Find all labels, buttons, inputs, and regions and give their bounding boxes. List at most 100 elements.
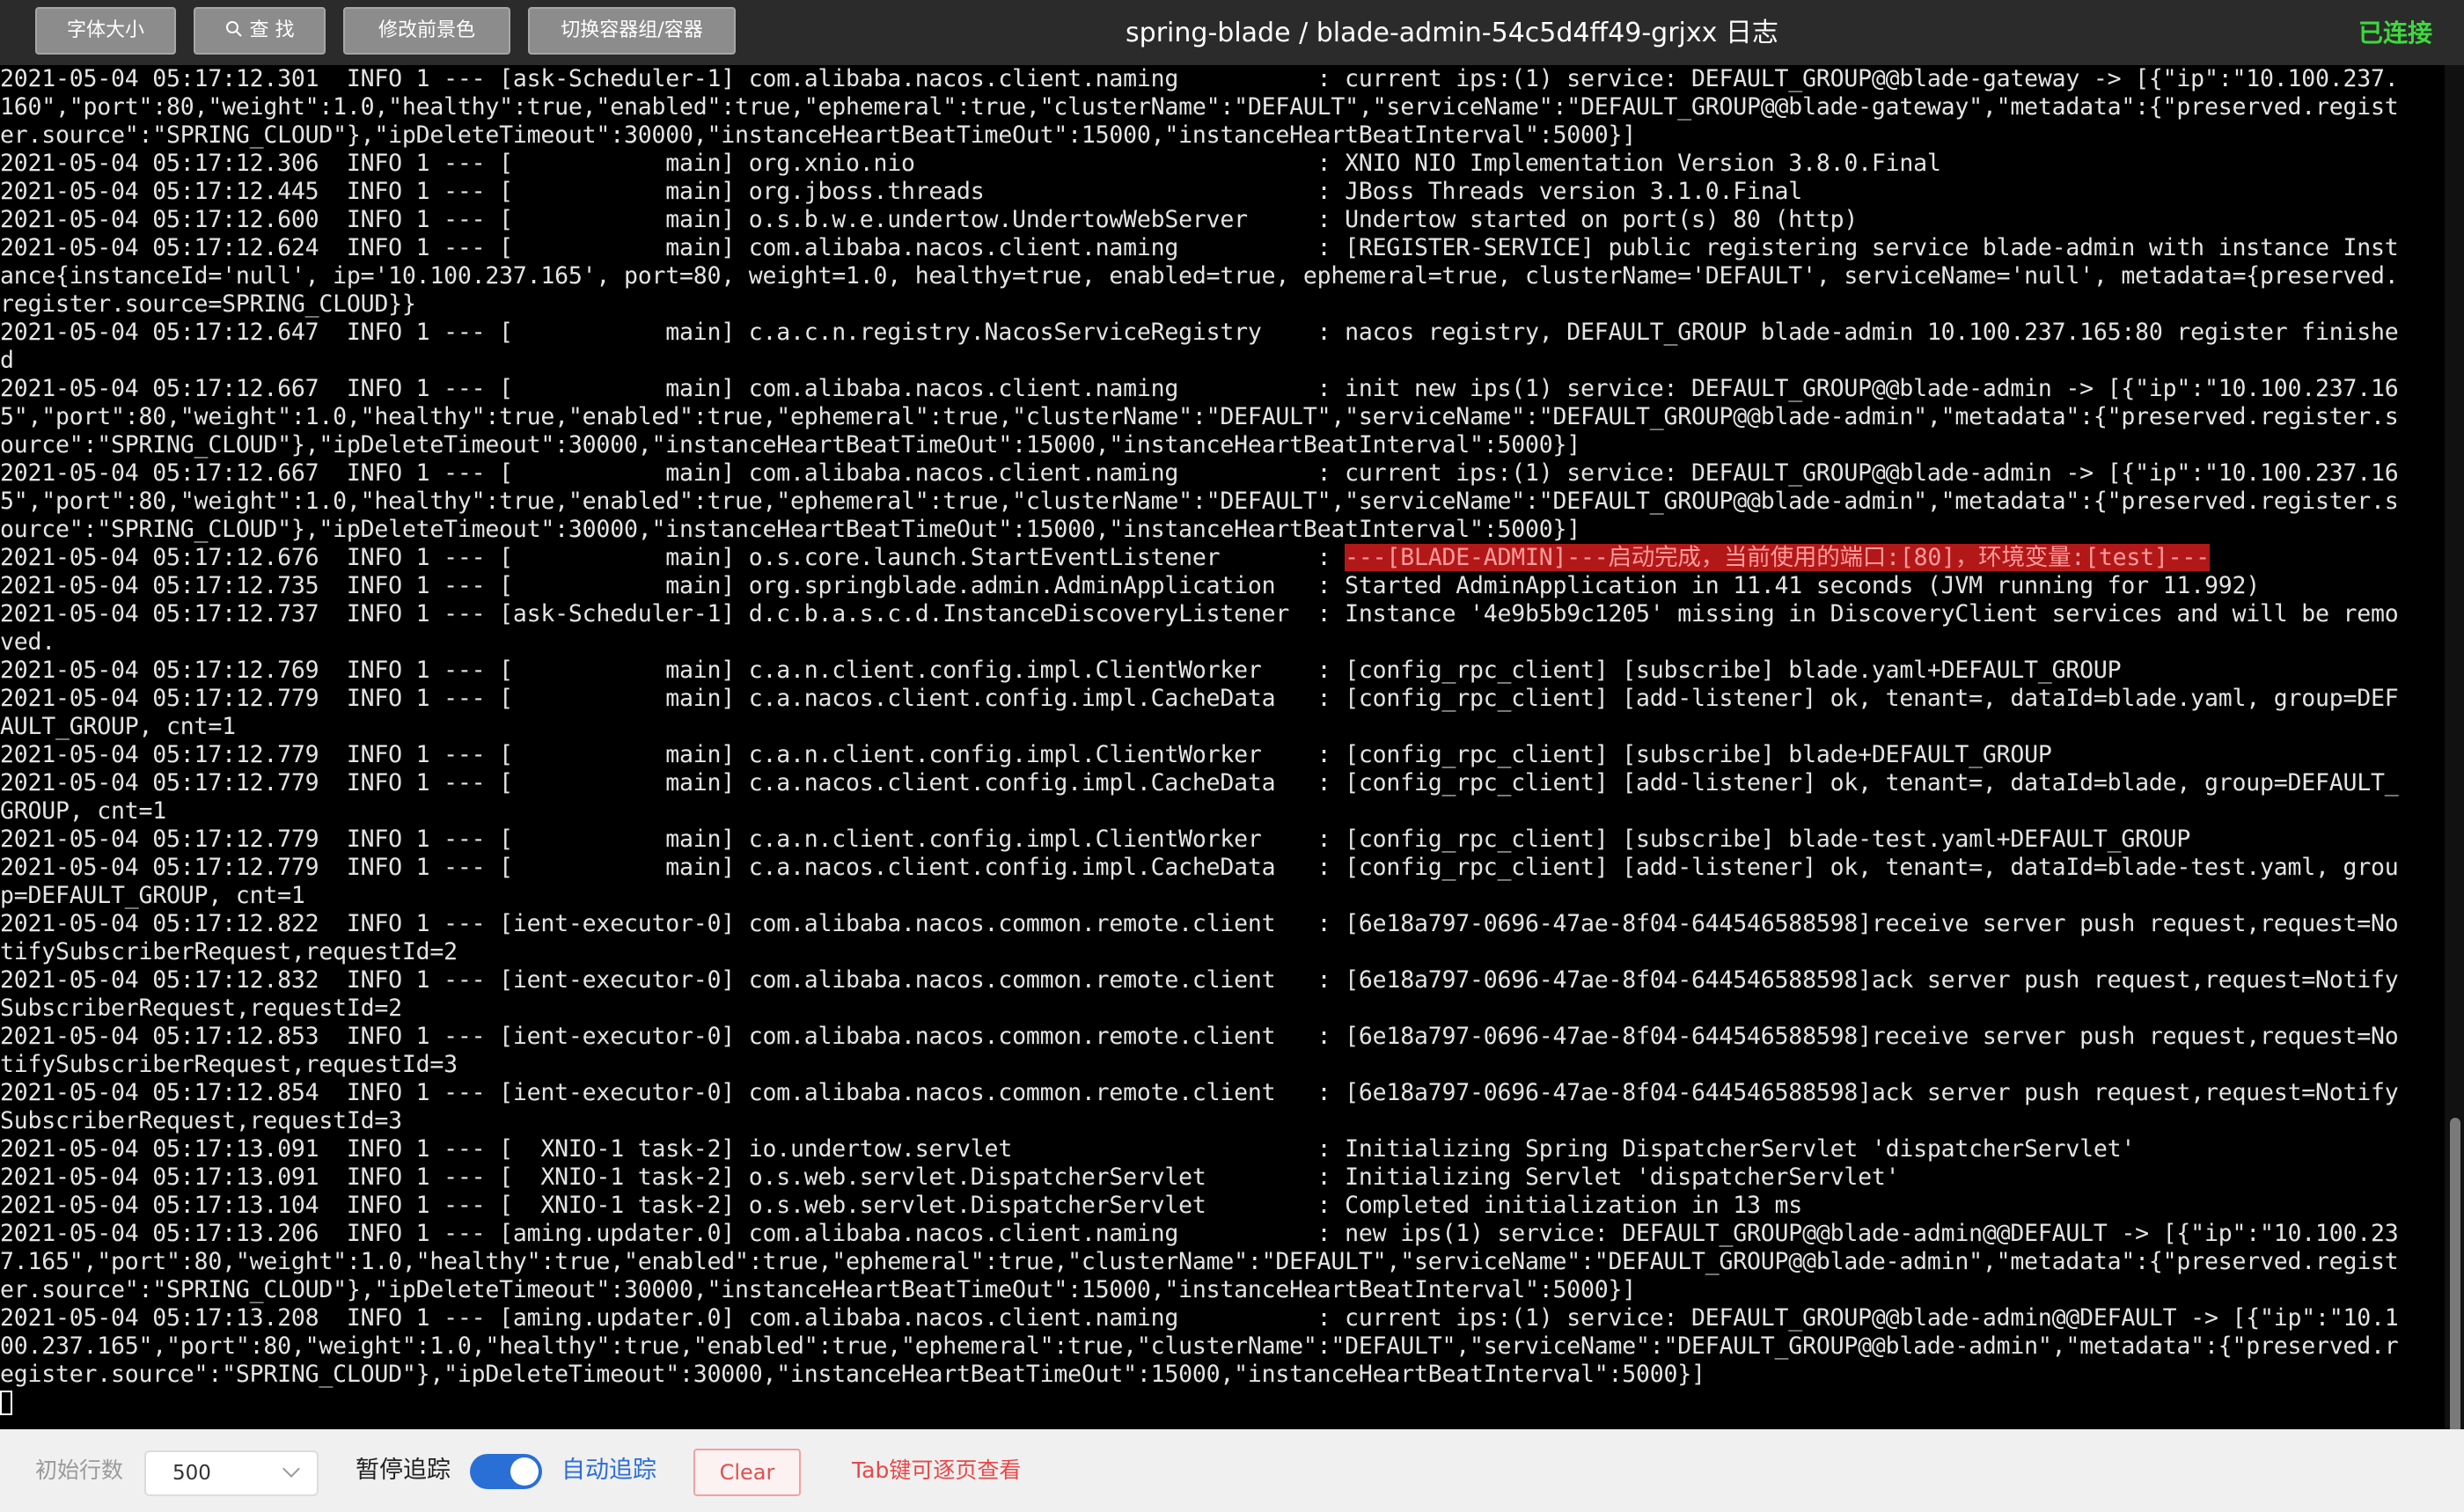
log-line: ance{instanceId='null', ip='10.100.237.1… [0, 262, 2445, 290]
log-line-text: 2021-05-04 05:17:12.735 INFO 1 --- [ mai… [0, 572, 2260, 599]
log-line: AULT_GROUP, cnt=1 [0, 713, 2445, 741]
log-line: 2021-05-04 05:17:12.853 INFO 1 --- [ient… [0, 1023, 2445, 1051]
log-line: ved. [0, 628, 2445, 657]
log-line-text: 2021-05-04 05:17:13.208 INFO 1 --- [amin… [0, 1304, 2399, 1332]
search-icon [225, 9, 243, 53]
log-line: 2021-05-04 05:17:12.306 INFO 1 --- [ mai… [0, 150, 2445, 178]
log-line: GROUP, cnt=1 [0, 797, 2445, 826]
log-line-text: 2021-05-04 05:17:12.306 INFO 1 --- [ mai… [0, 150, 1941, 177]
log-line: 2021-05-04 05:17:12.832 INFO 1 --- [ient… [0, 966, 2445, 995]
log-line: 2021-05-04 05:17:12.769 INFO 1 --- [ mai… [0, 657, 2445, 685]
log-line-text: AULT_GROUP, cnt=1 [0, 713, 236, 740]
terminal-cursor [0, 1391, 12, 1415]
log-scrollbar[interactable] [2445, 65, 2464, 1487]
log-line: 2021-05-04 05:17:12.735 INFO 1 --- [ mai… [0, 572, 2445, 600]
log-line: 2021-05-04 05:17:12.779 INFO 1 --- [ mai… [0, 854, 2445, 882]
log-line-text: ance{instanceId='null', ip='10.100.237.1… [0, 262, 2399, 290]
auto-tracking-toggle[interactable] [470, 1454, 542, 1489]
log-line: 2021-05-04 05:17:12.822 INFO 1 --- [ient… [0, 910, 2445, 938]
font-size-button[interactable]: 字体大小 [35, 7, 176, 55]
log-line-text: er.source":"SPRING_CLOUD"},"ipDeleteTime… [0, 121, 1637, 149]
log-line-text: 2021-05-04 05:17:12.769 INFO 1 --- [ mai… [0, 657, 2122, 684]
log-line-text: SubscriberRequest,requestId=2 [0, 995, 402, 1022]
log-line: tifySubscriberRequest,requestId=3 [0, 1051, 2445, 1079]
auto-tracking-label: 自动追踪 [561, 1457, 656, 1484]
log-line-text: 2021-05-04 05:17:12.779 INFO 1 --- [ mai… [0, 826, 2191, 853]
switch-container-button[interactable]: 切换容器组/容器 [528, 7, 736, 55]
log-line-text: 2021-05-04 05:17:12.667 INFO 1 --- [ mai… [0, 375, 2399, 402]
initial-lines-label: 初始行数 [35, 1457, 124, 1483]
log-line-text: 2021-05-04 05:17:12.822 INFO 1 --- [ient… [0, 910, 2399, 937]
log-line: ource":"SPRING_CLOUD"},"ipDeleteTimeout"… [0, 516, 2445, 544]
log-line: 2021-05-04 05:17:12.676 INFO 1 --- [ mai… [0, 544, 2445, 572]
log-line-text: 2021-05-04 05:17:13.104 INFO 1 --- [ XNI… [0, 1192, 1803, 1219]
log-line-text: 2021-05-04 05:17:12.779 INFO 1 --- [ mai… [0, 685, 2399, 712]
log-line: 2021-05-04 05:17:12.301 INFO 1 --- [ask-… [0, 65, 2445, 93]
chevron-down-icon [282, 1460, 300, 1478]
log-line: SubscriberRequest,requestId=2 [0, 995, 2445, 1023]
log-line: er.source":"SPRING_CLOUD"},"ipDeleteTime… [0, 1276, 2445, 1304]
foreground-color-button[interactable]: 修改前景色 [343, 7, 510, 55]
log-line-text: ource":"SPRING_CLOUD"},"ipDeleteTimeout"… [0, 431, 1580, 459]
log-line: 2021-05-04 05:17:13.091 INFO 1 --- [ XNI… [0, 1163, 2445, 1192]
log-line: d [0, 347, 2445, 375]
log-line-text: GROUP, cnt=1 [0, 797, 167, 825]
log-line: register.source=SPRING_CLOUD}} [0, 290, 2445, 319]
log-line: 2021-05-04 05:17:13.104 INFO 1 --- [ XNI… [0, 1192, 2445, 1220]
log-line: 5","port":80,"weight":1.0,"healthy":true… [0, 488, 2445, 516]
log-line: 00.237.165","port":80,"weight":1.0,"heal… [0, 1332, 2445, 1361]
log-line: 2021-05-04 05:17:12.779 INFO 1 --- [ mai… [0, 826, 2445, 854]
log-line: ource":"SPRING_CLOUD"},"ipDeleteTimeout"… [0, 431, 2445, 459]
clear-button[interactable]: Clear [693, 1449, 801, 1496]
log-line-text: 2021-05-04 05:17:12.301 INFO 1 --- [ask-… [0, 65, 2399, 92]
log-line: er.source":"SPRING_CLOUD"},"ipDeleteTime… [0, 121, 2445, 150]
log-line-text: 2021-05-04 05:17:12.779 INFO 1 --- [ mai… [0, 741, 2052, 768]
cursor-line [0, 1389, 2445, 1417]
log-line-text: 2021-05-04 05:17:12.667 INFO 1 --- [ mai… [0, 459, 2399, 487]
log-line: SubscriberRequest,requestId=3 [0, 1107, 2445, 1135]
log-line-text: 2021-05-04 05:17:12.647 INFO 1 --- [ mai… [0, 319, 2399, 346]
log-line-text: egister.source":"SPRING_CLOUD"},"ipDelet… [0, 1361, 1705, 1388]
log-line-text: 7.165","port":80,"weight":1.0,"healthy":… [0, 1248, 2399, 1275]
log-line-text: 2021-05-04 05:17:12.600 INFO 1 --- [ mai… [0, 206, 1859, 233]
log-line-text: 2021-05-04 05:17:12.676 INFO 1 --- [ mai… [0, 544, 1346, 571]
log-line: 2021-05-04 05:17:13.208 INFO 1 --- [amin… [0, 1304, 2445, 1332]
log-line-text: ved. [0, 628, 56, 656]
log-line: p=DEFAULT_GROUP, cnt=1 [0, 882, 2445, 910]
log-line-text: tifySubscriberRequest,requestId=2 [0, 938, 458, 965]
log-line-text: 2021-05-04 05:17:13.091 INFO 1 --- [ XNI… [0, 1163, 1900, 1191]
log-line: 2021-05-04 05:17:12.779 INFO 1 --- [ mai… [0, 769, 2445, 797]
log-line-text: 160","port":80,"weight":1.0,"healthy":tr… [0, 93, 2399, 121]
log-line: tifySubscriberRequest,requestId=2 [0, 938, 2445, 966]
log-line-text: 2021-05-04 05:17:12.624 INFO 1 --- [ mai… [0, 234, 2399, 261]
connection-status: 已连接 [2358, 18, 2432, 48]
log-terminal[interactable]: 2021-05-04 05:17:12.301 INFO 1 --- [ask-… [0, 65, 2445, 1429]
log-line-text: SubscriberRequest,requestId=3 [0, 1107, 402, 1134]
log-line-text: p=DEFAULT_GROUP, cnt=1 [0, 882, 305, 909]
pause-tracking-label: 暂停追踪 [356, 1457, 451, 1484]
initial-lines-select[interactable]: 500 [144, 1450, 319, 1496]
log-line: 5","port":80,"weight":1.0,"healthy":true… [0, 403, 2445, 431]
log-line-text: 2021-05-04 05:17:12.779 INFO 1 --- [ mai… [0, 854, 2399, 881]
log-line-text: 2021-05-04 05:17:13.091 INFO 1 --- [ XNI… [0, 1135, 2136, 1163]
log-line: 2021-05-04 05:17:12.854 INFO 1 --- [ient… [0, 1079, 2445, 1107]
log-line: 2021-05-04 05:17:12.779 INFO 1 --- [ mai… [0, 741, 2445, 769]
find-button[interactable]: 查 找 [194, 7, 326, 55]
log-line-text: tifySubscriberRequest,requestId=3 [0, 1051, 458, 1078]
log-line: 160","port":80,"weight":1.0,"healthy":tr… [0, 93, 2445, 121]
log-line: 2021-05-04 05:17:12.445 INFO 1 --- [ mai… [0, 178, 2445, 206]
log-line: egister.source":"SPRING_CLOUD"},"ipDelet… [0, 1361, 2445, 1389]
page-title: spring-blade / blade-admin-54c5d4ff49-gr… [1126, 18, 1778, 48]
log-line: 2021-05-04 05:17:12.624 INFO 1 --- [ mai… [0, 234, 2445, 262]
log-line-text: 2021-05-04 05:17:12.832 INFO 1 --- [ient… [0, 966, 2399, 994]
log-line: 2021-05-04 05:17:12.600 INFO 1 --- [ mai… [0, 206, 2445, 234]
log-line-text: ource":"SPRING_CLOUD"},"ipDeleteTimeout"… [0, 516, 1580, 543]
log-line: 7.165","port":80,"weight":1.0,"healthy":… [0, 1248, 2445, 1276]
startup-highlight: ---[BLADE-ADMIN]---启动完成，当前使用的端口:[80]，环境变… [1345, 544, 2210, 571]
log-line: 2021-05-04 05:17:12.667 INFO 1 --- [ mai… [0, 459, 2445, 488]
log-line-text: 2021-05-04 05:17:12.854 INFO 1 --- [ient… [0, 1079, 2399, 1106]
log-line-text: 5","port":80,"weight":1.0,"healthy":true… [0, 403, 2399, 430]
find-button-label: 查 找 [249, 19, 295, 41]
toggle-knob [510, 1457, 539, 1486]
log-line-text: 2021-05-04 05:17:13.206 INFO 1 --- [amin… [0, 1220, 2399, 1247]
